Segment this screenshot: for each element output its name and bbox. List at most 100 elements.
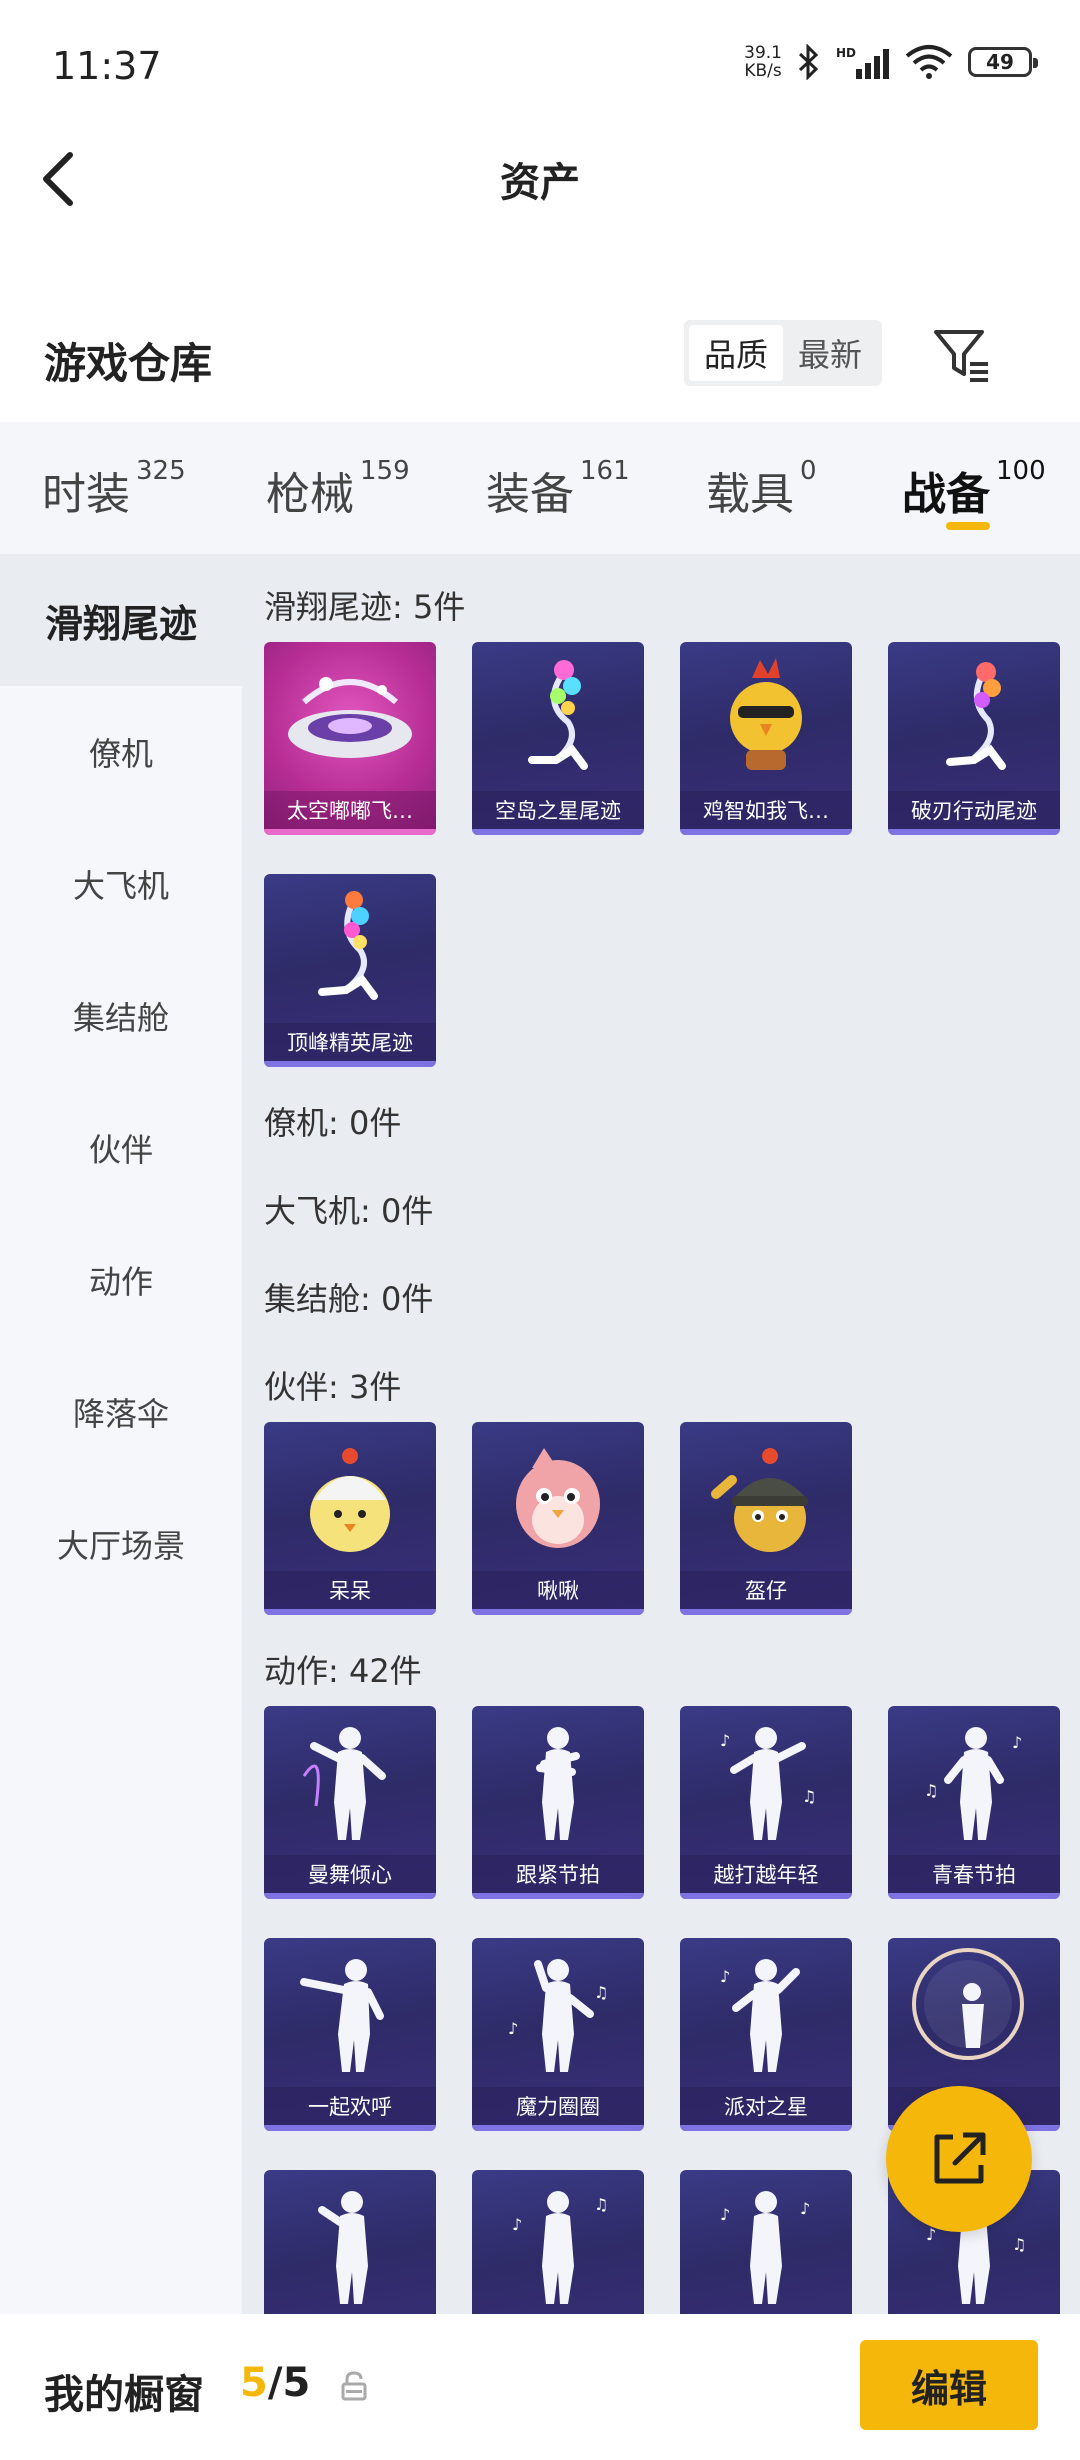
section-header-wingman: 僚机: 0件 [264, 1104, 402, 1142]
rarity-bar [264, 1609, 436, 1615]
side-item-emote[interactable]: 动作 [0, 1214, 242, 1346]
item-name: 呆呆 [264, 1571, 436, 1609]
showcase-count: 5/5 [240, 2360, 310, 2406]
fire-trail-art [946, 662, 1006, 770]
network-speed-value: 39.1 [744, 43, 782, 63]
side-item-big-plane[interactable]: 大飞机 [0, 818, 242, 950]
tab-firearms[interactable]: 枪械 159 [266, 456, 410, 522]
page-title: 资产 [500, 160, 580, 206]
tab-count: 0 [800, 456, 817, 486]
status-icons: 39.1 KB/s HD 49 [744, 43, 1038, 81]
network-speed-unit: KB/s [744, 61, 782, 81]
tab-label: 载具 [706, 469, 794, 520]
edit-button[interactable]: 编辑 [860, 2340, 1038, 2430]
dance-figure-art: ♪ ♫ [720, 1727, 816, 1840]
helmet-chick-companion-art [711, 1448, 808, 1552]
rarity-bar [680, 829, 852, 835]
tab-count: 159 [360, 456, 410, 486]
dance-figure-art: ♪ ♫ [508, 1959, 608, 2072]
item-card[interactable] [264, 2170, 436, 2314]
rarity-bar [472, 1893, 644, 1899]
tab-fashion[interactable]: 时装 325 [42, 456, 186, 522]
item-card[interactable]: ♪ 派对之星 [680, 1938, 852, 2131]
svg-text:HD: HD [836, 46, 856, 60]
rarity-bar [264, 1061, 436, 1067]
category-tabs: 时装 325 枪械 159 装备 161 载具 0 战备 100 [0, 422, 1080, 554]
side-item-lobby-scene[interactable]: 大厅场景 [0, 1478, 242, 1610]
side-item-assembly-pod[interactable]: 集结舱 [0, 950, 242, 1082]
item-card[interactable]: 顶峰精英尾迹 [264, 874, 436, 1067]
showcase-label: 我的橱窗 [44, 2372, 204, 2418]
sort-newest-option[interactable]: 最新 [783, 325, 877, 381]
item-card[interactable]: ♪ ♫ 青春节拍 [888, 1706, 1060, 1899]
tab-preparation[interactable]: 战备 100 [902, 456, 1046, 522]
rarity-bar [472, 829, 644, 835]
tab-label: 时装 [42, 469, 130, 520]
item-card[interactable]: ♪ ♫ 魔力圈圈 [472, 1938, 644, 2131]
item-card[interactable]: 一起欢呼 [264, 1938, 436, 2131]
tab-vehicles[interactable]: 载具 0 [706, 456, 817, 522]
item-name: 太空嘟嘟飞… [264, 791, 436, 829]
lock-icon [341, 2371, 367, 2401]
chicken-trail-art [730, 658, 802, 770]
rarity-bar [680, 1893, 852, 1899]
bird-companion-art [516, 1448, 600, 1548]
item-card[interactable]: ♪ ♫ [472, 2170, 644, 2314]
signal-icon: HD [836, 46, 889, 79]
item-name: 啾啾 [472, 1571, 644, 1609]
item-card[interactable]: 盔仔 [680, 1422, 852, 1615]
wifi-icon [905, 45, 953, 79]
filter-icon [934, 330, 988, 382]
status-time: 11:37 [52, 44, 162, 88]
battery-indicator: 49 [968, 47, 1038, 77]
dance-figure-art [318, 2191, 368, 2304]
svg-text:♫: ♫ [924, 1781, 938, 1800]
item-card[interactable]: 跟紧节拍 [472, 1706, 644, 1899]
content-area: 滑翔尾迹 僚机 大飞机 集结舱 伙伴 动作 降落伞 大厅场景 滑翔尾迹: 5件 … [0, 554, 1080, 2314]
svg-text:♫: ♫ [594, 1983, 608, 2002]
share-icon [934, 2132, 986, 2184]
side-item-wingman[interactable]: 僚机 [0, 686, 242, 818]
side-item-glide-trail[interactable]: 滑翔尾迹 [0, 554, 242, 686]
side-item-companion[interactable]: 伙伴 [0, 1082, 242, 1214]
rarity-bar [888, 829, 1060, 835]
item-card[interactable]: ♪ ♪ [680, 2170, 852, 2314]
elite-trail-art [318, 891, 378, 1000]
item-name: 魔力圈圈 [472, 2087, 644, 2125]
sort-toggle: 品质 最新 [684, 320, 882, 386]
rarity-bar [472, 1609, 644, 1615]
tab-equipment[interactable]: 装备 161 [486, 456, 630, 522]
section-header-emote: 动作: 42件 [264, 1652, 422, 1690]
rarity-bar [680, 2125, 852, 2131]
rarity-bar [680, 1609, 852, 1615]
tab-count: 325 [136, 456, 186, 486]
side-item-parachute[interactable]: 降落伞 [0, 1346, 242, 1478]
dance-figure-art: ♪ [720, 1959, 800, 2072]
item-card[interactable]: 破刃行动尾迹 [888, 642, 1060, 835]
tab-label: 装备 [486, 469, 574, 520]
item-name: 鸡智如我飞… [680, 791, 852, 829]
bluetooth-icon [798, 44, 819, 80]
item-name: 派对之星 [680, 2087, 852, 2125]
item-card[interactable]: 鸡智如我飞… [680, 642, 852, 835]
item-card[interactable]: 太空嘟嘟飞… [264, 642, 436, 835]
item-name: 一起欢呼 [264, 2087, 436, 2125]
rarity-bar [264, 2125, 436, 2131]
rarity-bar [264, 1893, 436, 1899]
item-card[interactable]: 曼舞倾心 [264, 1706, 436, 1899]
svg-text:♪: ♪ [512, 2215, 522, 2234]
sort-quality-option[interactable]: 品质 [689, 325, 783, 381]
rainbow-trail-art [528, 660, 588, 770]
item-card[interactable]: 呆呆 [264, 1422, 436, 1615]
active-tab-indicator [946, 522, 990, 530]
item-card[interactable]: 啾啾 [472, 1422, 644, 1615]
rarity-bar [888, 1893, 1060, 1899]
dance-figure-art [300, 1959, 384, 2072]
item-card[interactable]: ♪ ♫ 越打越年轻 [680, 1706, 852, 1899]
item-name: 青春节拍 [888, 1855, 1060, 1893]
share-button[interactable] [886, 2086, 1032, 2232]
item-card[interactable]: 空岛之星尾迹 [472, 642, 644, 835]
item-name: 破刃行动尾迹 [888, 791, 1060, 829]
filter-button[interactable] [930, 322, 994, 386]
showcase-bar: 我的橱窗 5/5 编辑 [0, 2314, 1080, 2460]
